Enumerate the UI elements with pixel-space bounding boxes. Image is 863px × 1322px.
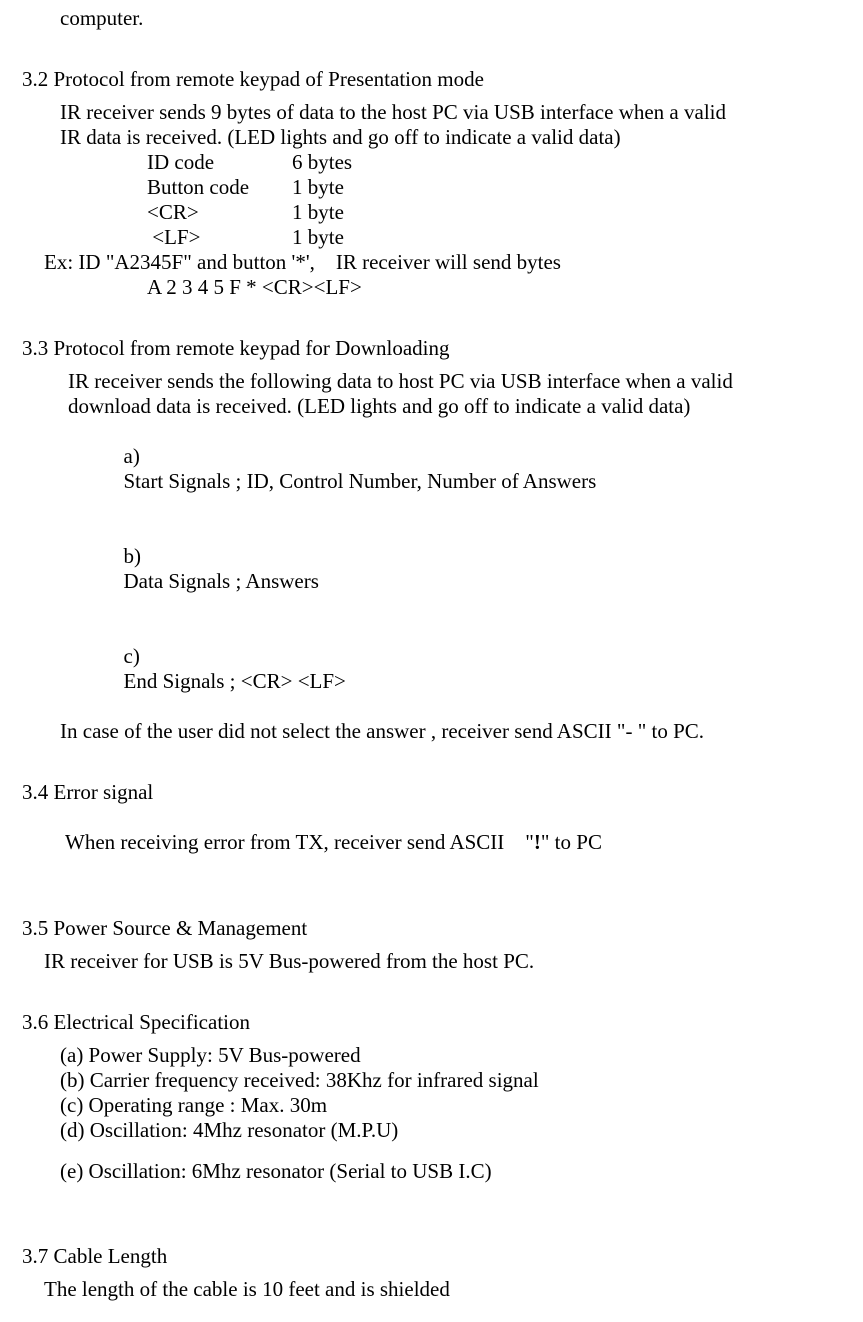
list-mark: c) [124, 644, 158, 669]
body-3-3-line: download data is received. (LED lights a… [22, 394, 853, 419]
list-text: Start Signals ; ID, Control Number, Numb… [124, 469, 597, 493]
heading-3-6: 3.6 Electrical Specification [22, 1010, 853, 1035]
body-3-2: IR receiver sends 9 bytes of data to the… [22, 100, 853, 150]
table-value: 1 byte [292, 225, 344, 250]
table-value: 6 bytes [292, 150, 352, 175]
spec-item: (c) Operating range : Max. 30m [22, 1093, 853, 1118]
spec-item: (b) Carrier frequency received: 38Khz fo… [22, 1068, 853, 1093]
body-3-7: The length of the cable is 10 feet and i… [22, 1277, 853, 1302]
page: computer. 3.2 Protocol from remote keypa… [0, 0, 863, 1322]
body-3-4: When receiving error from TX, receiver s… [22, 805, 853, 880]
table-label: ID code [147, 150, 292, 175]
spec-item: (e) Oscillation: 6Mhz resonator (Serial … [22, 1159, 853, 1184]
body-3-2-line: IR data is received. (LED lights and go … [22, 125, 853, 150]
table-row: <CR> 1 byte [22, 200, 853, 225]
table-label: <CR> [147, 200, 292, 225]
list-item: c) End Signals ; <CR> <LF> [22, 619, 853, 719]
bang-bold: ! [534, 830, 541, 854]
heading-3-7: 3.7 Cable Length [22, 1244, 853, 1269]
table-row: ID code 6 bytes [22, 150, 853, 175]
body-3-4-post: " to PC [541, 830, 602, 854]
list-text: End Signals ; <CR> <LF> [124, 669, 346, 693]
tail-3-3: In case of the user did not select the a… [22, 719, 853, 744]
list-3-6: (a) Power Supply: 5V Bus-powered (b) Car… [22, 1043, 853, 1184]
spec-item: (a) Power Supply: 5V Bus-powered [22, 1043, 853, 1068]
body-3-3-line: IR receiver sends the following data to … [22, 369, 853, 394]
heading-3-4: 3.4 Error signal [22, 780, 853, 805]
ex-value: A 2 3 4 5 F * <CR><LF> [22, 275, 853, 300]
table-row: Button code 1 byte [22, 175, 853, 200]
list-item: b) Data Signals ; Answers [22, 519, 853, 619]
list-3-3: a) Start Signals ; ID, Control Number, N… [22, 419, 853, 719]
list-text: Data Signals ; Answers [124, 569, 319, 593]
heading-3-2: 3.2 Protocol from remote keypad of Prese… [22, 67, 853, 92]
body-3-5: IR receiver for USB is 5V Bus-powered fr… [22, 949, 853, 974]
table-row: <LF> 1 byte [22, 225, 853, 250]
heading-3-5: 3.5 Power Source & Management [22, 916, 853, 941]
table-label: <LF> [147, 225, 292, 250]
body-3-3: IR receiver sends the following data to … [22, 369, 853, 419]
table-label: Button code [147, 175, 292, 200]
heading-3-3: 3.3 Protocol from remote keypad for Down… [22, 336, 853, 361]
table-value: 1 byte [292, 200, 344, 225]
spec-item: (d) Oscillation: 4Mhz resonator (M.P.U) [22, 1118, 853, 1143]
ex-line: Ex: ID "A2345F" and button '*', IR recei… [22, 250, 853, 275]
fragment-above: computer. [22, 6, 853, 31]
body-3-2-line: IR receiver sends 9 bytes of data to the… [22, 100, 853, 125]
table-3-2: ID code 6 bytes Button code 1 byte <CR> … [22, 150, 853, 250]
list-item: a) Start Signals ; ID, Control Number, N… [22, 419, 853, 519]
list-mark: a) [124, 444, 158, 469]
table-value: 1 byte [292, 175, 344, 200]
body-3-4-pre: When receiving error from TX, receiver s… [65, 830, 534, 854]
list-mark: b) [124, 544, 158, 569]
